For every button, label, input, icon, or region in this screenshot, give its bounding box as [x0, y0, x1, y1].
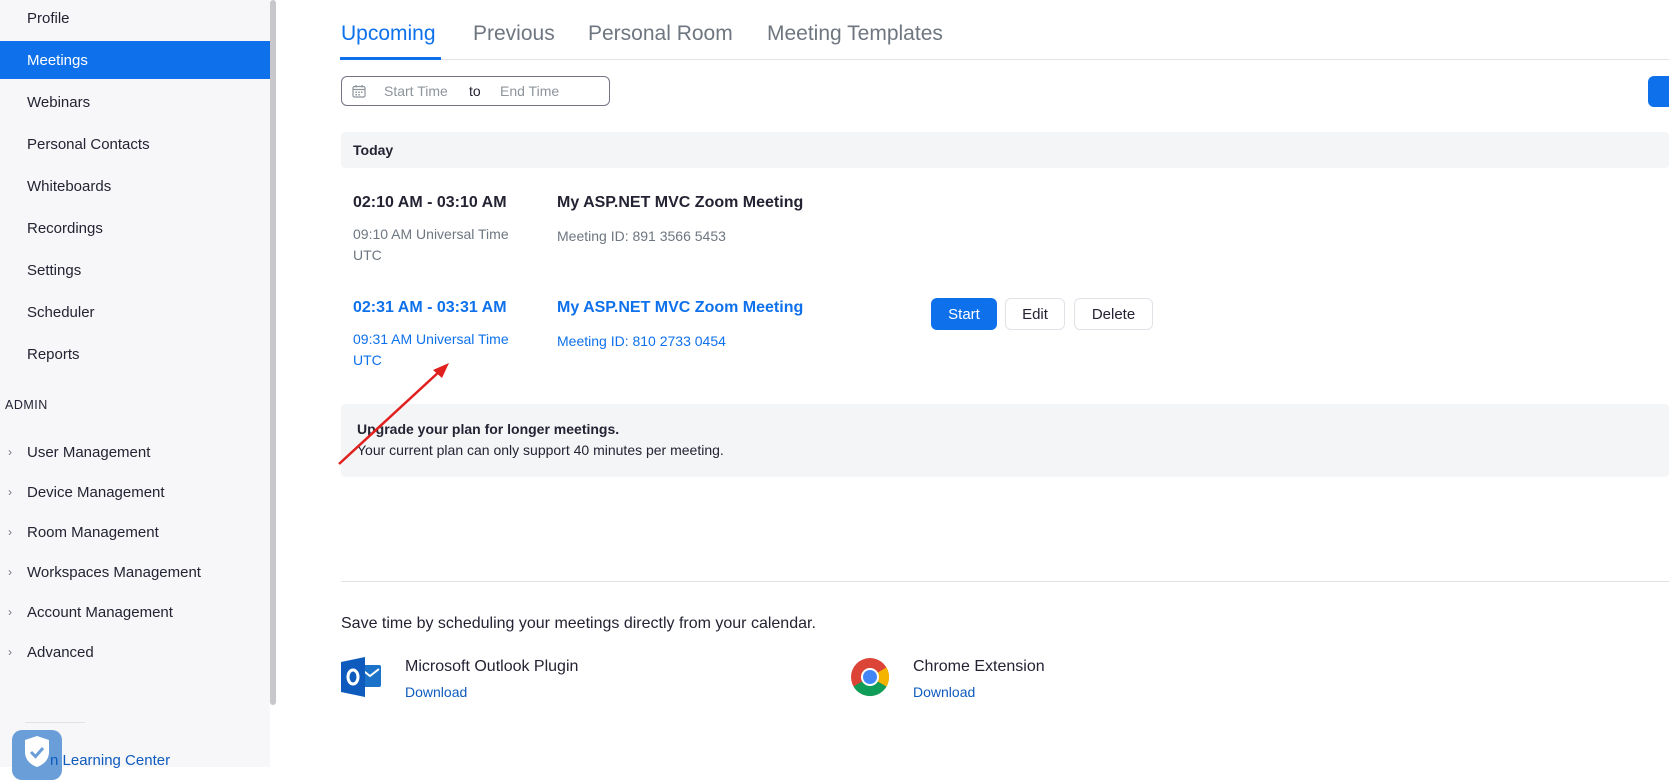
sidebar-item-device-management[interactable]: › Device Management	[0, 474, 270, 510]
upgrade-text: Your current plan can only support 40 mi…	[357, 442, 724, 458]
chrome-icon	[850, 657, 890, 702]
meeting-time: 02:31 AM - 03:31 AM	[353, 299, 507, 316]
meeting-id: Meeting ID: 810 2733 0454	[557, 333, 726, 349]
start-button[interactable]: Start	[931, 298, 997, 330]
tab-upcoming[interactable]: Upcoming	[341, 22, 436, 46]
calendar-integration-text: Save time by scheduling your meetings di…	[341, 615, 816, 632]
chevron-right-icon: ›	[8, 645, 12, 659]
sidebar-item-advanced[interactable]: › Advanced	[0, 634, 270, 670]
active-tab-indicator	[340, 57, 441, 60]
schedule-meeting-button[interactable]	[1648, 76, 1669, 107]
date-range-separator: to	[469, 83, 481, 99]
upgrade-banner: Upgrade your plan for longer meetings. Y…	[341, 404, 1669, 477]
date-range-picker[interactable]: Start Time to End Time	[341, 76, 610, 106]
meeting-timezone-line: 09:10 AM Universal Time	[353, 226, 509, 242]
meeting-timezone: 09:10 AM Universal Time UTC	[353, 224, 533, 266]
meeting-id: Meeting ID: 891 3566 5453	[557, 228, 726, 244]
learning-center-link[interactable]: n Learning Center	[50, 752, 170, 769]
end-time-input[interactable]: End Time	[500, 83, 559, 99]
calendar-icon	[352, 84, 366, 101]
sidebar-item-scheduler[interactable]: Scheduler	[0, 293, 270, 331]
chrome-extension-name: Chrome Extension	[913, 658, 1045, 675]
today-group-header: Today	[341, 132, 1669, 168]
sidebar-item-profile[interactable]: Profile	[0, 0, 270, 37]
tab-previous[interactable]: Previous	[473, 22, 555, 46]
sidebar-item-label: Advanced	[27, 643, 94, 661]
sidebar-item-recordings[interactable]: Recordings	[0, 209, 270, 247]
sidebar-item-label: Device Management	[27, 483, 165, 501]
sidebar-scrollbar[interactable]	[270, 0, 276, 705]
sidebar-item-reports[interactable]: Reports	[0, 335, 270, 373]
outlook-plugin-name: Microsoft Outlook Plugin	[405, 658, 579, 675]
sidebar-item-settings[interactable]: Settings	[0, 251, 270, 289]
sidebar-item-room-management[interactable]: › Room Management	[0, 514, 270, 550]
sidebar-item-label: User Management	[27, 443, 151, 461]
outlook-icon	[341, 657, 383, 702]
chevron-right-icon: ›	[8, 565, 12, 579]
edit-button[interactable]: Edit	[1005, 298, 1065, 330]
meeting-timezone-line: 09:31 AM Universal Time	[353, 331, 509, 347]
chrome-download-link[interactable]: Download	[913, 684, 975, 700]
tab-personal-room[interactable]: Personal Room	[588, 22, 733, 46]
sidebar-item-label: Workspaces Management	[27, 563, 201, 581]
sidebar-item-personal-contacts[interactable]: Personal Contacts	[0, 125, 270, 163]
sidebar-item-label: Room Management	[27, 523, 159, 541]
sidebar-item-label: Account Management	[27, 603, 173, 621]
meeting-topic-link[interactable]: My ASP.NET MVC Zoom Meeting	[557, 299, 803, 317]
delete-button[interactable]: Delete	[1074, 298, 1153, 330]
tab-meeting-templates[interactable]: Meeting Templates	[767, 22, 943, 46]
chevron-right-icon: ›	[8, 525, 12, 539]
meeting-topic-link[interactable]: My ASP.NET MVC Zoom Meeting	[557, 194, 803, 212]
meeting-timezone: 09:31 AM Universal Time UTC	[353, 329, 533, 371]
chevron-right-icon: ›	[8, 605, 12, 619]
meeting-timezone-line: UTC	[353, 352, 382, 368]
section-divider	[341, 581, 1669, 582]
tabs-border	[340, 59, 1669, 60]
upgrade-title: Upgrade your plan for longer meetings.	[357, 421, 620, 437]
start-time-input[interactable]: Start Time	[384, 83, 448, 99]
sidebar-item-user-management[interactable]: › User Management	[0, 434, 270, 470]
sidebar-item-webinars[interactable]: Webinars	[0, 83, 270, 121]
chevron-right-icon: ›	[8, 445, 12, 459]
outlook-download-link[interactable]: Download	[405, 684, 467, 700]
chevron-right-icon: ›	[8, 485, 12, 499]
sidebar-item-workspaces-management[interactable]: › Workspaces Management	[0, 554, 270, 590]
today-label: Today	[353, 142, 394, 158]
sidebar-item-meetings[interactable]: Meetings	[0, 41, 270, 79]
sidebar: Profile Meetings Webinars Personal Conta…	[0, 0, 270, 780]
sidebar-item-account-management[interactable]: › Account Management	[0, 594, 270, 630]
sidebar-divider	[25, 722, 85, 723]
meeting-timezone-line: UTC	[353, 247, 382, 263]
meeting-time: 02:10 AM - 03:10 AM	[353, 194, 507, 211]
admin-heading: ADMIN	[5, 398, 48, 412]
sidebar-item-whiteboards[interactable]: Whiteboards	[0, 167, 270, 205]
